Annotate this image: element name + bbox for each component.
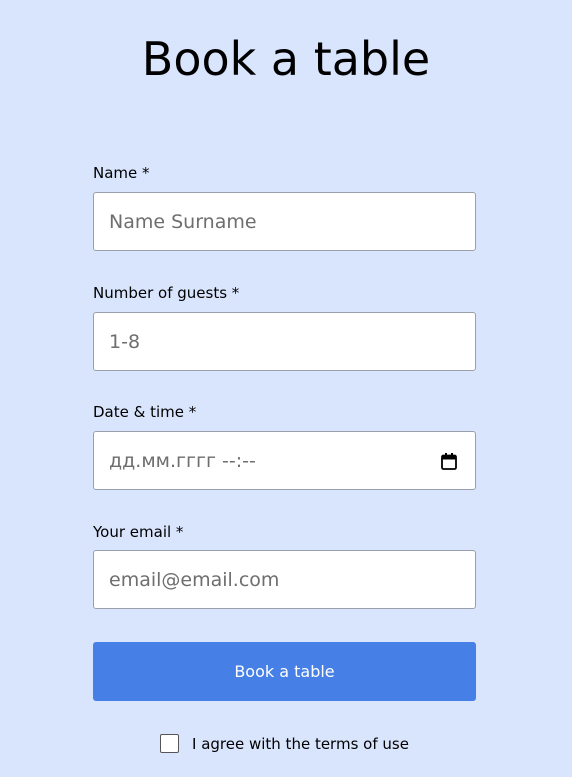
guests-label: Number of guests *	[93, 284, 240, 302]
terms-label[interactable]: I agree with the terms of use	[192, 734, 409, 754]
email-field-box	[93, 550, 476, 609]
email-input[interactable]	[94, 551, 475, 608]
terms-row: I agree with the terms of use	[160, 733, 409, 754]
email-label: Your email *	[93, 523, 184, 541]
terms-checkbox[interactable]	[160, 734, 179, 753]
name-label: Name *	[93, 164, 150, 182]
calendar-icon[interactable]	[441, 453, 457, 470]
page-title: Book a table	[141, 32, 431, 86]
datetime-input[interactable]	[94, 432, 475, 489]
book-table-button[interactable]: Book a table	[93, 642, 476, 701]
name-input[interactable]	[94, 193, 475, 250]
datetime-label: Date & time *	[93, 403, 197, 421]
guests-input[interactable]	[94, 313, 475, 370]
guests-field-box	[93, 312, 476, 371]
name-field-box	[93, 192, 476, 251]
datetime-field-box	[93, 431, 476, 490]
